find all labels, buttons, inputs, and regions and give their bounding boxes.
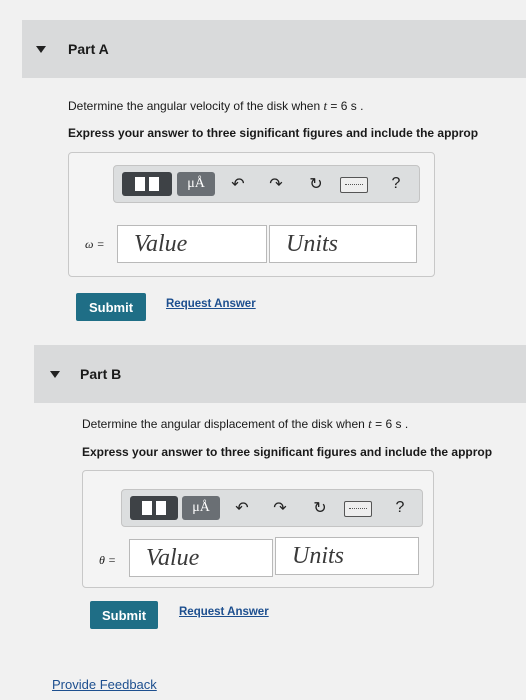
template-icon[interactable] bbox=[130, 496, 178, 520]
caret-down-icon[interactable] bbox=[36, 45, 46, 53]
part-a-title: Part A bbox=[68, 41, 109, 57]
part-a-units-input[interactable]: Units bbox=[269, 225, 417, 263]
part-b-units-input[interactable]: Units bbox=[275, 537, 419, 575]
template-icon[interactable] bbox=[122, 172, 172, 196]
part-b-variable-label: θ = bbox=[99, 553, 116, 567]
part-a-request-answer-link[interactable]: Request Answer bbox=[166, 298, 256, 310]
provide-feedback-link[interactable]: Provide Feedback bbox=[52, 677, 157, 692]
part-a-answer-panel: μÅ ↶ ↷ ↻ ? ω = Value Units bbox=[68, 152, 435, 277]
part-b-question: Determine the angular displacement of th… bbox=[82, 416, 409, 431]
part-b-header[interactable]: Part B bbox=[34, 345, 526, 403]
undo-icon[interactable]: ↶ bbox=[226, 172, 250, 196]
redo-icon[interactable]: ↷ bbox=[264, 172, 288, 196]
part-b-value-input[interactable]: Value bbox=[129, 539, 273, 577]
redo-icon[interactable]: ↷ bbox=[268, 496, 292, 520]
caret-down-icon[interactable] bbox=[50, 370, 60, 378]
part-a-variable-label: ω = bbox=[85, 237, 105, 251]
part-a-submit-button[interactable]: Submit bbox=[76, 293, 146, 321]
keyboard-icon[interactable] bbox=[340, 177, 368, 193]
part-b-instruction: Express your answer to three significant… bbox=[82, 445, 493, 459]
part-b-submit-button[interactable]: Submit bbox=[90, 601, 158, 629]
part-a-header[interactable]: Part A bbox=[22, 20, 526, 78]
undo-icon[interactable]: ↶ bbox=[230, 496, 254, 520]
help-icon[interactable]: ? bbox=[388, 496, 412, 520]
keyboard-icon[interactable] bbox=[344, 501, 372, 517]
help-icon[interactable]: ? bbox=[384, 172, 408, 196]
part-b-request-answer-link[interactable]: Request Answer bbox=[179, 606, 269, 618]
part-a-question: Determine the angular velocity of the di… bbox=[68, 98, 364, 113]
part-a-instruction: Express your answer to three significant… bbox=[68, 126, 479, 140]
part-a-value-input[interactable]: Value bbox=[117, 225, 267, 263]
mu-angstrom-icon[interactable]: μÅ bbox=[177, 172, 215, 196]
mu-angstrom-icon[interactable]: μÅ bbox=[182, 496, 220, 520]
part-a-toolbar: μÅ ↶ ↷ ↻ ? bbox=[113, 165, 420, 203]
part-b-title: Part B bbox=[80, 366, 122, 382]
reset-icon[interactable]: ↻ bbox=[304, 172, 328, 196]
reset-icon[interactable]: ↻ bbox=[308, 496, 332, 520]
part-b-toolbar: μÅ ↶ ↷ ↻ ? bbox=[121, 489, 423, 527]
part-b-answer-panel: μÅ ↶ ↷ ↻ ? θ = Value Units bbox=[82, 470, 434, 588]
